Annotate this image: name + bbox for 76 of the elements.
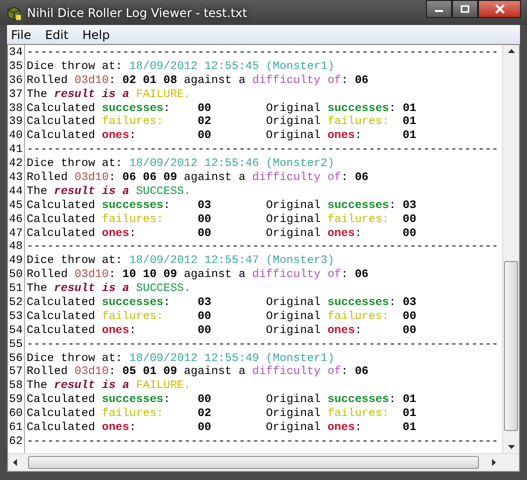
line-number: 56 <box>9 352 23 366</box>
scroll-thumb[interactable] <box>504 260 518 432</box>
line-number: 35 <box>9 60 23 75</box>
log-line: Calculated failures: 00 Original failures: 00 <box>26 310 416 323</box>
line-number: 49 <box>9 255 23 269</box>
line-number: 44 <box>9 186 23 200</box>
line-number: 45 <box>9 200 23 214</box>
log-line: Rolled 03d10: 02 01 08 against a difficulty of: 06 <box>26 74 368 87</box>
log-line: --------------------------------------------------------------------- <box>26 338 498 351</box>
log-line: --------------------------------------------------------------------- <box>26 47 498 59</box>
log-line: Calculated ones: 00 Original ones: 01 <box>26 422 416 434</box>
log-line: Rolled 03d10: 10 10 09 against a difficulty of: 06 <box>26 269 368 282</box>
log-line: Calculated failures: 02 Original failures: 01 <box>26 116 416 128</box>
line-number: 42 <box>9 158 23 172</box>
maximize-button[interactable] <box>452 0 478 18</box>
log-line: The result is a FAILURE. <box>26 380 191 392</box>
log-line: Dice throw at: 18/09/2012 12:55:47 (Monster3) <box>26 255 334 268</box>
menu-item[interactable]: File <box>11 28 32 42</box>
line-number: 48 <box>9 241 23 255</box>
log-line: --------------------------------------------------------------------- <box>26 144 498 156</box>
maximize-icon <box>460 5 470 13</box>
scroll-down-icon <box>506 444 516 450</box>
line-number: 39 <box>9 116 23 130</box>
line-number: 38 <box>9 102 23 116</box>
log-line: --------------------------------------------------------------------- <box>26 241 498 254</box>
line-number: 52 <box>9 297 23 311</box>
log-line: Calculated failures: 02 Original failures: 01 <box>26 408 416 420</box>
line-number: 43 <box>9 172 23 186</box>
log-line: Calculated successes: 03 Original successes: 03 <box>26 200 416 212</box>
menu-item[interactable]: Help <box>82 28 110 42</box>
log-line: Calculated successes: 03 Original successes: 03 <box>26 297 416 310</box>
line-number: 57 <box>9 366 23 380</box>
line-number: 59 <box>9 394 23 408</box>
menu-item[interactable]: Edit <box>45 28 68 42</box>
line-number: 58 <box>9 380 23 394</box>
log-line: Calculated ones: 00 Original ones: 00 <box>26 228 416 240</box>
log-line: The result is a SUCCESS. <box>26 283 191 296</box>
vertical-scrollbar[interactable] <box>502 45 519 453</box>
line-number: 61 <box>9 422 23 436</box>
log-line: Rolled 03d10: 05 01 09 against a difficulty of: 06 <box>26 366 368 378</box>
line-number: 36 <box>9 74 23 89</box>
window-title: Nihil Dice Roller Log Viewer - test.txt <box>27 6 248 20</box>
scroll-thumb[interactable] <box>28 456 479 469</box>
line-number: 55 <box>9 338 23 353</box>
log-line: The result is a SUCCESS. <box>26 186 191 198</box>
log-line: --------------------------------------------------------------------- <box>26 436 498 448</box>
horizontal-scrollbar[interactable] <box>8 453 519 471</box>
line-number: 47 <box>9 228 23 241</box>
scroll-right-icon <box>491 458 497 467</box>
scroll-left-icon <box>12 458 18 467</box>
line-number: 54 <box>9 324 23 339</box>
line-number: 40 <box>9 130 23 144</box>
line-number: 60 <box>9 408 23 422</box>
log-line: Dice throw at: 18/09/2012 12:55:46 (Monster2) <box>26 158 334 170</box>
scroll-up-icon <box>506 48 516 54</box>
line-number: 37 <box>9 88 23 103</box>
log-line: Calculated ones: 00 Original ones: 01 <box>26 130 416 142</box>
close-icon <box>494 4 504 14</box>
log-line: Calculated failures: 00 Original failures: 00 <box>26 214 416 226</box>
line-number: 51 <box>9 283 23 297</box>
dice-icon <box>6 4 22 20</box>
minimize-button[interactable] <box>426 0 452 18</box>
log-line: Calculated successes: 00 Original successes: 01 <box>26 102 416 115</box>
log-line: Dice throw at: 18/09/2012 12:55:49 (Monster1) <box>26 352 334 365</box>
line-number: 62 <box>9 436 23 450</box>
line-number: 41 <box>9 144 23 158</box>
line-number: 50 <box>9 269 23 284</box>
log-line: The result is a FAILURE. <box>26 88 191 101</box>
close-button[interactable] <box>478 0 521 18</box>
line-number: 53 <box>9 310 23 325</box>
line-number: 46 <box>9 214 23 228</box>
log-line: Dice throw at: 18/09/2012 12:55:45 (Monster1) <box>26 60 334 73</box>
log-line: Rolled 03d10: 06 06 09 against a difficulty of: 06 <box>26 172 368 184</box>
log-line: Calculated ones: 00 Original ones: 00 <box>26 324 416 337</box>
log-line: Calculated successes: 00 Original successes: 01 <box>26 394 416 406</box>
line-number: 34 <box>9 47 23 61</box>
